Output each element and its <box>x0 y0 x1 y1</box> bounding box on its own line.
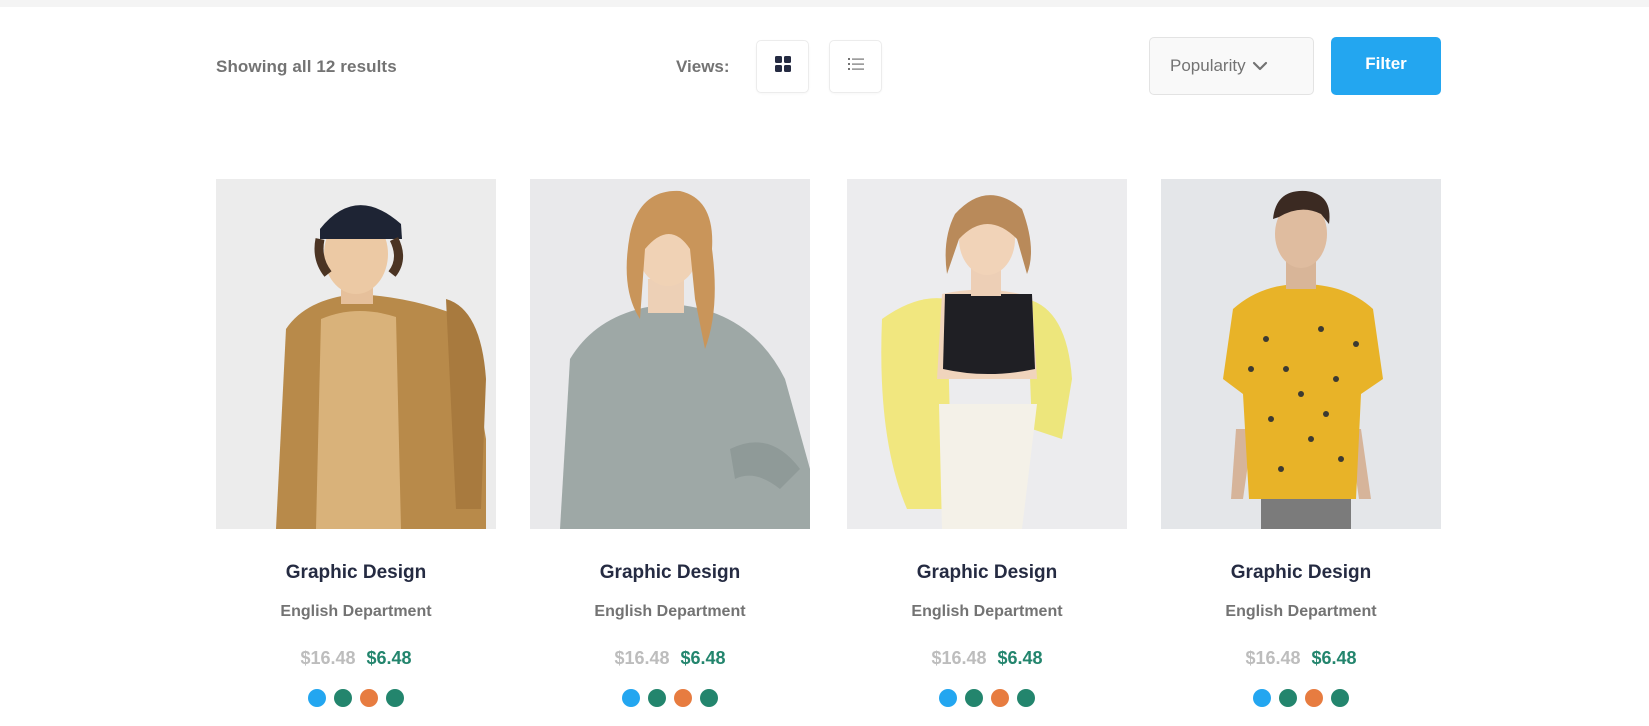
product-title[interactable]: Graphic Design <box>216 562 496 584</box>
product-title[interactable]: Graphic Design <box>847 562 1127 584</box>
list-icon <box>847 56 865 77</box>
color-swatch-blue[interactable] <box>622 689 640 707</box>
product-image-man-tan-jacket[interactable] <box>216 179 496 529</box>
color-swatch-blue[interactable] <box>1253 689 1271 707</box>
product-image-woman-grey-sweater[interactable] <box>530 179 810 529</box>
color-swatch-blue[interactable] <box>308 689 326 707</box>
grid-icon <box>774 55 792 78</box>
color-swatch-orange[interactable] <box>991 689 1009 707</box>
new-price: $6.48 <box>997 648 1043 668</box>
sort-dropdown[interactable]: Popularity <box>1149 37 1314 95</box>
product-prices: $16.48 $6.48 <box>1161 648 1441 669</box>
sort-label: Popularity <box>1170 56 1246 75</box>
color-swatch-green[interactable] <box>648 689 666 707</box>
product-prices: $16.48 $6.48 <box>847 648 1127 669</box>
new-price: $6.48 <box>366 648 412 668</box>
color-swatch-orange[interactable] <box>674 689 692 707</box>
list-view-button[interactable] <box>829 40 882 93</box>
color-swatches <box>1161 689 1441 707</box>
color-swatches <box>216 689 496 707</box>
product-title[interactable]: Graphic Design <box>530 562 810 584</box>
product-card[interactable]: Graphic Design English Department $16.48… <box>847 179 1127 707</box>
product-card[interactable]: Graphic Design English Department $16.48… <box>1161 179 1441 707</box>
shop-toolbar: Showing all 12 results Views: Popularity <box>0 0 1649 130</box>
views-label: Views: <box>676 57 730 76</box>
new-price: $6.48 <box>680 648 726 668</box>
product-image-man-yellow-shirt[interactable] <box>1161 179 1441 529</box>
product-title[interactable]: Graphic Design <box>1161 562 1441 584</box>
filter-button[interactable]: Filter <box>1331 37 1441 95</box>
old-price: $16.48 <box>1245 648 1301 668</box>
old-price: $16.48 <box>931 648 987 668</box>
color-swatch-green[interactable] <box>1279 689 1297 707</box>
color-swatch-orange[interactable] <box>360 689 378 707</box>
color-swatch-dark-green[interactable] <box>1017 689 1035 707</box>
color-swatch-dark-green[interactable] <box>386 689 404 707</box>
color-swatch-blue[interactable] <box>939 689 957 707</box>
color-swatch-green[interactable] <box>965 689 983 707</box>
product-department: English Department <box>911 603 1063 620</box>
product-prices: $16.48 $6.48 <box>530 648 810 669</box>
old-price: $16.48 <box>300 648 356 668</box>
product-card[interactable]: Graphic Design English Department $16.48… <box>530 179 810 707</box>
product-prices: $16.48 $6.48 <box>216 648 496 669</box>
color-swatch-dark-green[interactable] <box>1331 689 1349 707</box>
color-swatch-green[interactable] <box>334 689 352 707</box>
results-count: Showing all 12 results <box>216 57 397 76</box>
chevron-down-icon <box>1252 60 1268 72</box>
product-card[interactable]: Graphic Design English Department $16.48… <box>216 179 496 707</box>
product-department: English Department <box>594 603 746 620</box>
color-swatches <box>847 689 1127 707</box>
grid-view-button[interactable] <box>756 40 809 93</box>
product-image-woman-yellow-cardigan[interactable] <box>847 179 1127 529</box>
product-department: English Department <box>280 603 432 620</box>
old-price: $16.48 <box>614 648 670 668</box>
color-swatch-dark-green[interactable] <box>700 689 718 707</box>
product-department: English Department <box>1225 603 1377 620</box>
color-swatch-orange[interactable] <box>1305 689 1323 707</box>
new-price: $6.48 <box>1311 648 1357 668</box>
color-swatches <box>530 689 810 707</box>
